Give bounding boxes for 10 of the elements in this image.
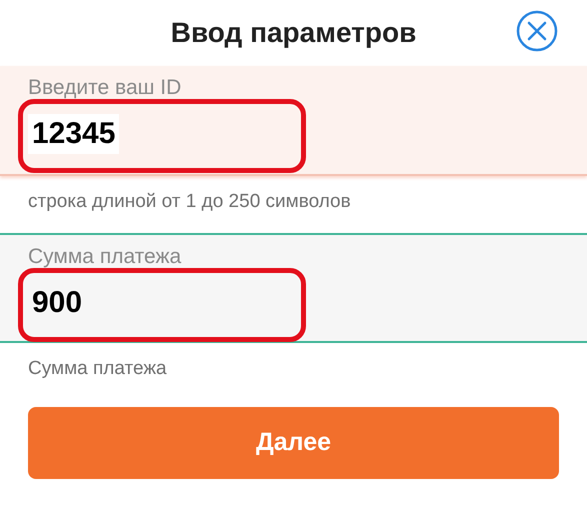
field-value: 12345	[28, 114, 120, 154]
dialog-title: Ввод параметров	[170, 16, 416, 50]
field-label: Введите ваш ID	[28, 75, 182, 101]
field-value: 900	[31, 284, 84, 320]
input-field[interactable]: Сумма платежа 900	[0, 232, 587, 342]
input-field[interactable]: Введите ваш ID 12345	[0, 66, 587, 176]
field-label: Сумма платежа	[28, 244, 182, 270]
close-icon[interactable]	[515, 9, 559, 53]
field-hint: Сумма платежа	[27, 356, 168, 380]
field-hint: строка длиной от 1 до 250 символов	[27, 190, 352, 214]
